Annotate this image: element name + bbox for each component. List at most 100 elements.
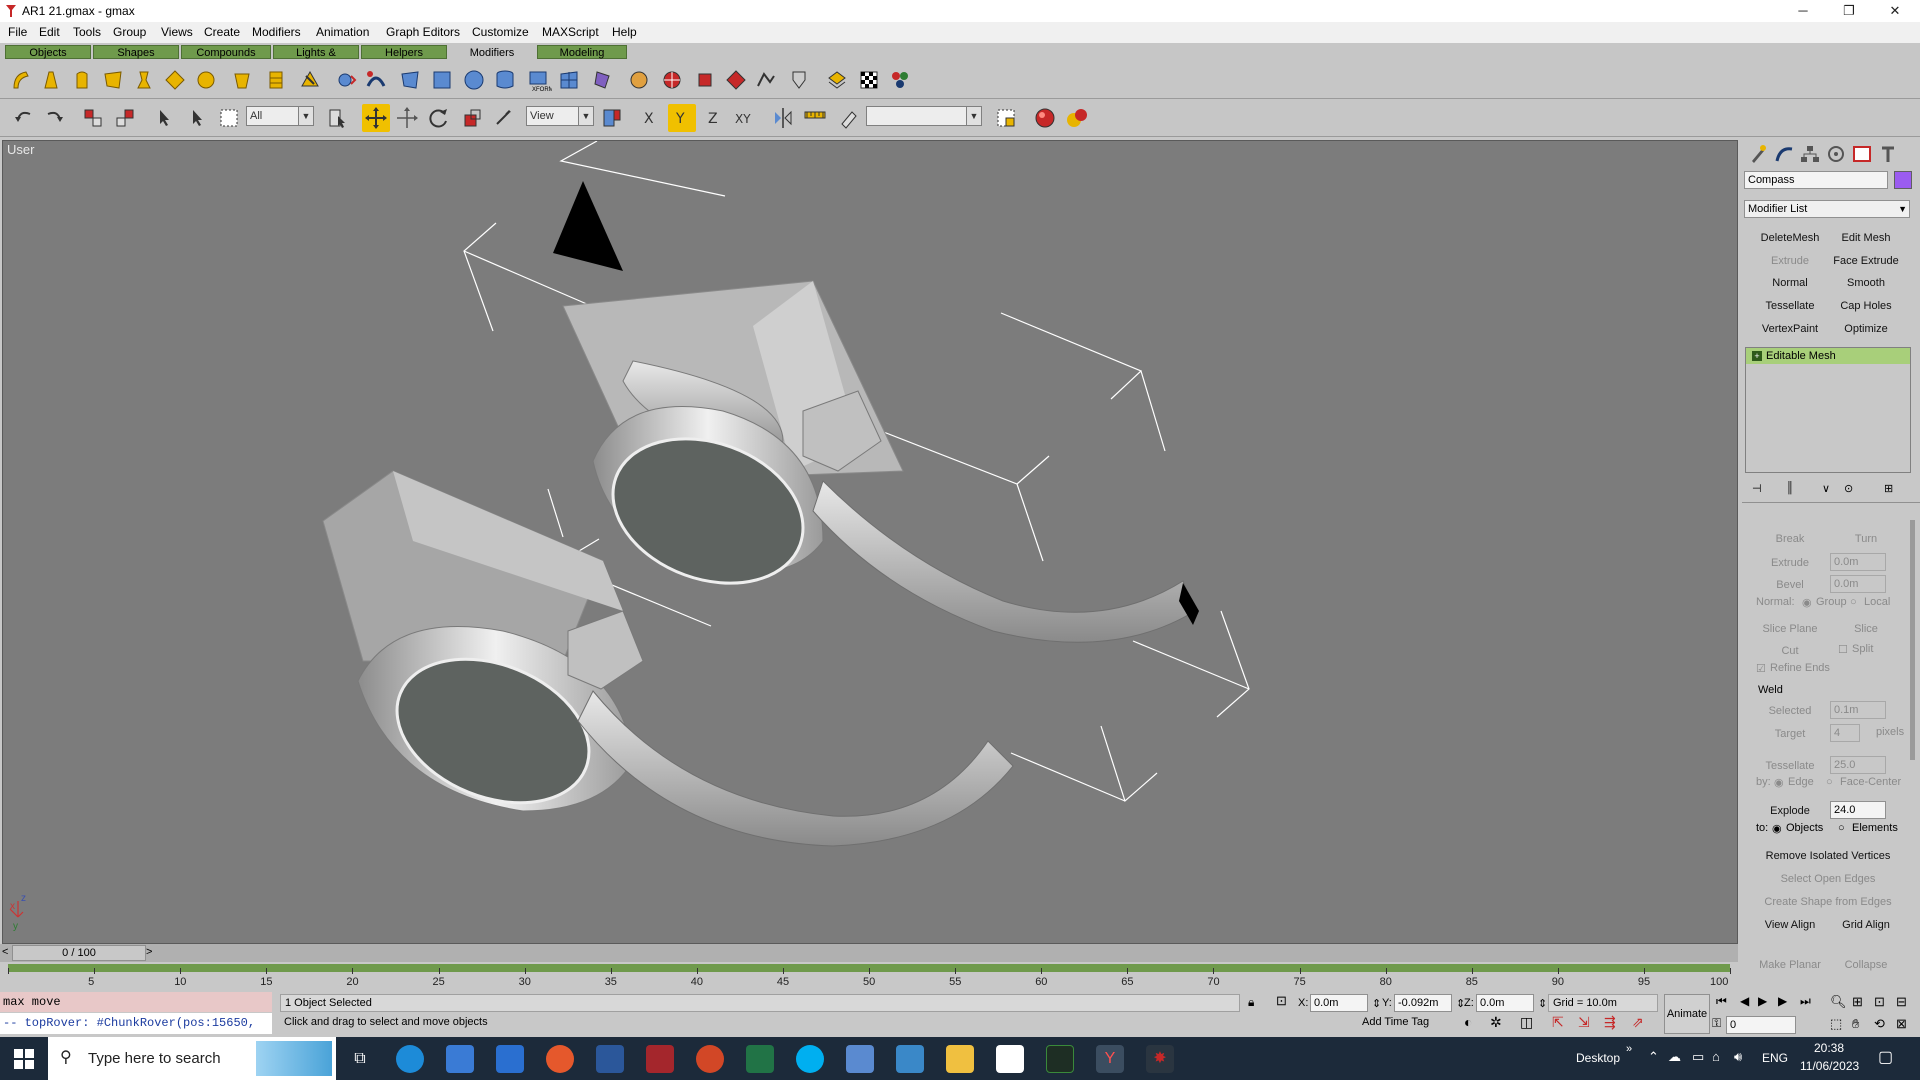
menu-edit[interactable]: Edit [39,24,60,40]
angle-snap-icon[interactable]: ◫ [1520,1014,1533,1031]
flight-app-icon[interactable] [846,1045,874,1073]
material-editor-icon[interactable] [1031,104,1059,132]
menu-help[interactable]: Help [612,24,637,40]
face-extrude-button[interactable]: Face Extrude [1830,250,1902,270]
xform-icon[interactable] [333,66,361,94]
display-panel-icon[interactable] [1850,143,1874,165]
menu-file[interactable]: File [8,24,27,40]
toolbar-expand-icon[interactable]: » [1626,1043,1632,1055]
select-by-name-icon[interactable] [183,104,211,132]
x-spinner-icon[interactable]: ⇕ [1372,997,1381,1010]
time-slider-prev-icon[interactable]: < [2,946,8,958]
select-and-manipulate-icon[interactable] [324,104,352,132]
extrude-modifier-button[interactable]: Extrude [1754,250,1826,270]
zoom-extents-icon[interactable]: ⊡ [1874,994,1885,1010]
path-deform-icon[interactable] [362,66,390,94]
modifier-list-dropdown[interactable]: Modifier List ▼ [1744,200,1910,218]
file-explorer-icon[interactable] [946,1045,974,1073]
word-icon[interactable] [596,1045,624,1073]
snap-toggle-icon[interactable]: ✲ [1490,1014,1502,1031]
checker-icon[interactable] [855,66,883,94]
time-slider-next-icon[interactable]: > [146,946,152,958]
noise-icon[interactable] [99,66,127,94]
deletemesh-button[interactable]: DeleteMesh [1754,227,1826,247]
menu-graph-editors[interactable]: Graph Editors [386,24,460,40]
tab-lights-cameras[interactable]: Lights & Cameras [273,45,359,73]
utilities-panel-icon[interactable] [1876,143,1900,165]
configure-sets-icon[interactable]: ⊞ [1884,482,1893,495]
y-coordinate-field[interactable]: -0.092m [1394,994,1452,1012]
edge-radio[interactable]: ◉ [1774,776,1784,789]
firefox-icon[interactable] [546,1045,574,1073]
align-icon[interactable] [801,104,829,132]
weld-target-button[interactable]: Target [1754,723,1826,743]
group-radio[interactable]: ◉ [1802,596,1812,609]
select-and-rotate-icon[interactable] [425,104,453,132]
remove-modifier-icon[interactable]: ⊙ [1844,482,1853,495]
redo-icon[interactable] [40,104,68,132]
tab-modifiers[interactable]: Modifiers [449,45,535,59]
tab-shapes[interactable]: Shapes [93,45,179,59]
optimize-button[interactable]: Optimize [1830,318,1902,338]
game-app-icon[interactable]: ✸ [1146,1045,1174,1073]
cylinder-icon[interactable] [491,66,519,94]
menu-views[interactable]: Views [161,24,193,40]
stretch-icon[interactable] [130,66,158,94]
skew-icon[interactable] [296,66,324,94]
selection-filter-dropdown[interactable]: All ▼ [246,106,314,126]
close-button[interactable]: ✕ [1872,0,1918,22]
pin-stack-icon[interactable]: ⊣ [1752,482,1762,495]
restrict-xy-icon[interactable]: XY [732,104,760,132]
menu-customize[interactable]: Customize [472,24,529,40]
view-align-button[interactable]: View Align [1754,914,1826,934]
key-mode-icon[interactable]: ⚿ [1712,1016,1721,1031]
x-coordinate-field[interactable]: 0.0m [1310,994,1368,1012]
desktop-toolbar-label[interactable]: Desktop [1576,1051,1620,1065]
menu-create[interactable]: Create [204,24,240,40]
go-to-start-icon[interactable]: ⏮ [1716,994,1727,1009]
edge-browser-icon[interactable] [396,1045,424,1073]
material-id-icon[interactable] [886,66,914,94]
notepad-icon[interactable] [996,1045,1024,1073]
measure-icon[interactable] [834,104,862,132]
poly-select-icon[interactable] [625,66,653,94]
slice-plane-button[interactable]: Slice Plane [1754,618,1826,638]
tray-overflow-icon[interactable]: ⌃ [1648,1049,1659,1065]
lattice-icon[interactable] [396,66,424,94]
normal-button[interactable]: Normal [1754,272,1826,292]
maximize-button[interactable]: ❐ [1826,0,1872,22]
named-selection-dropdown[interactable]: ▼ [866,106,982,126]
edit-mesh-button[interactable]: Edit Mesh [1830,227,1902,247]
pan-icon[interactable]: ✋︎ [1852,1016,1859,1032]
render-icon[interactable] [1063,104,1091,132]
turn-button[interactable]: Turn [1830,528,1902,548]
modify-panel-icon[interactable] [1772,143,1796,165]
make-planar-button[interactable]: Make Planar [1754,954,1826,974]
tab-compounds[interactable]: Compounds [181,45,271,59]
z-coordinate-field[interactable]: 0.0m [1476,994,1534,1012]
menu-animation[interactable]: Animation [316,24,369,40]
terminal-app-icon[interactable] [1046,1045,1074,1073]
material-icon[interactable] [823,66,851,94]
clock-date[interactable]: 11/06/2023 [1800,1059,1859,1073]
gmax-app-icon[interactable] [5,4,17,18]
play-icon[interactable]: ▶ [1758,994,1767,1008]
break-button[interactable]: Break [1754,528,1826,548]
select-and-link-icon[interactable] [79,104,107,132]
time-slider[interactable]: < 0 / 100 > [0,944,1738,962]
powerpoint-icon[interactable] [696,1045,724,1073]
hierarchy-panel-icon[interactable] [1798,143,1822,165]
z-spinner-icon[interactable]: ⇕ [1538,997,1547,1010]
add-time-tag-button[interactable]: Add Time Tag [1362,1016,1429,1028]
restrict-y-icon[interactable]: Y [668,104,696,132]
listener-input[interactable]: max move [0,992,272,1012]
tessellate-modifier-button[interactable]: Tessellate [1754,295,1826,315]
listener-output[interactable]: -- topRover: #ChunkRover(pos:15650, [0,1013,272,1034]
smooth-button[interactable]: Smooth [1830,272,1902,292]
explode-button[interactable]: Explode [1754,800,1826,820]
percent-snap-icon[interactable]: ⇱ [1552,1014,1564,1031]
bevel-amount-field[interactable]: 0.0m [1830,575,1886,593]
gmax-taskbar-icon[interactable]: Y [1096,1045,1124,1073]
restrict-z-icon[interactable]: Z [700,104,728,132]
menu-group[interactable]: Group [113,24,146,40]
